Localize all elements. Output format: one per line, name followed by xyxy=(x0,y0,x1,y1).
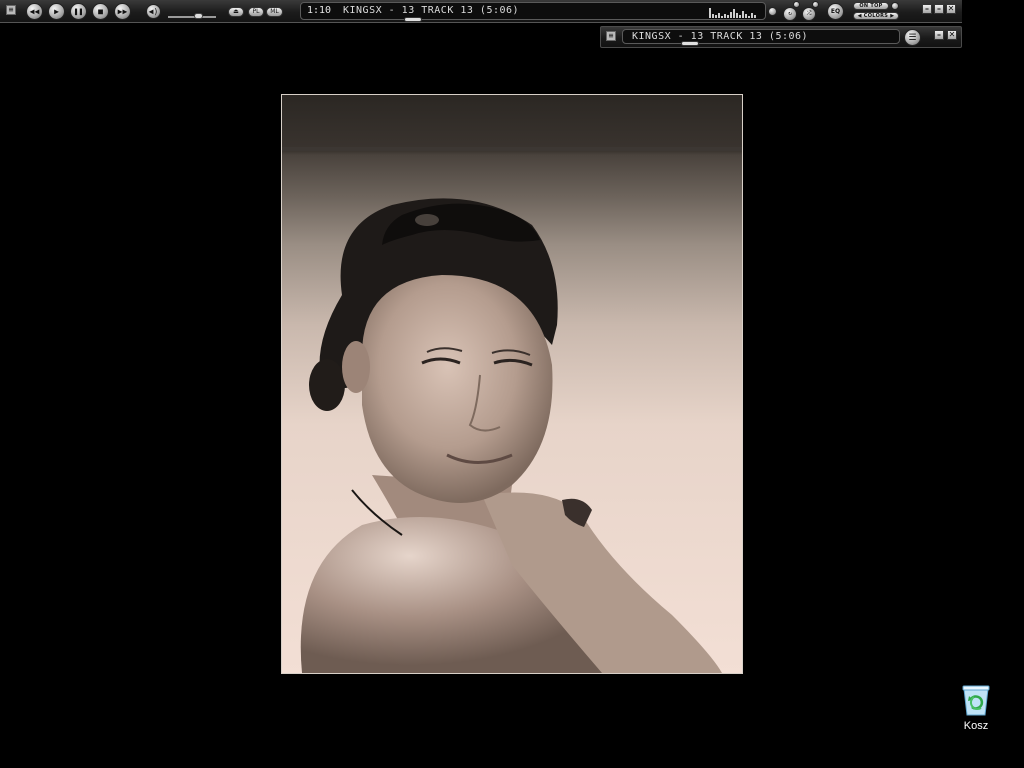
playlist-display-panel: KINGSX - 13 TRACK 13 (5:06) xyxy=(622,29,900,44)
eject-icon: ⏏ xyxy=(233,8,239,15)
close-icon: ✕ xyxy=(947,4,955,13)
play-icon: ▶ xyxy=(54,6,59,16)
pause-icon: ❚❚ xyxy=(73,6,84,16)
volume-slider-track[interactable] xyxy=(168,16,216,18)
stop-icon: ■ xyxy=(98,6,103,16)
on-top-button[interactable]: ON TOP xyxy=(853,2,889,10)
media-player-main-window: ≡ ◀◀ ▶ ❚❚ ■ ▶▶ ◀) ⏏ PL ML 1:10 KINGSX - … xyxy=(0,0,962,23)
speaker-icon: ◀) xyxy=(148,6,159,16)
next-icon: ▶▶ xyxy=(117,6,128,16)
playlist-menu-icon[interactable]: ≡ xyxy=(606,31,616,41)
playlist-list-button[interactable]: ☰ xyxy=(904,29,921,46)
list-icon: ☰ xyxy=(908,32,917,43)
window-menu-icon[interactable]: ≡ xyxy=(6,5,16,15)
previous-button[interactable]: ◀◀ xyxy=(26,3,43,20)
indicator-dot xyxy=(793,1,800,8)
previous-icon: ◀◀ xyxy=(29,6,40,16)
volume-slider-handle[interactable] xyxy=(194,13,203,19)
shade-icon: – xyxy=(937,4,941,13)
stop-button[interactable]: ■ xyxy=(92,3,109,20)
minimize-button[interactable]: – xyxy=(922,4,932,14)
media-library-toggle-button[interactable]: ML xyxy=(266,7,283,17)
spectrum-visualizer[interactable] xyxy=(709,6,759,18)
colors-button[interactable]: ◀ COLORS ▶ xyxy=(853,12,899,20)
wallpaper-photo xyxy=(281,94,743,674)
indicator-dot-2 xyxy=(812,1,819,8)
recycle-bin-shortcut[interactable]: Kosz xyxy=(950,683,1002,739)
portrait-illustration xyxy=(282,147,742,673)
seek-bar-handle[interactable] xyxy=(404,17,422,22)
track-title: KINGSX - 13 TRACK 13 (5:06) xyxy=(343,5,520,16)
play-button[interactable]: ▶ xyxy=(48,3,65,20)
elapsed-time[interactable]: 1:10 xyxy=(307,5,331,16)
playlist-track-title: KINGSX - 13 TRACK 13 (5:06) xyxy=(632,31,809,42)
close-button[interactable]: ✕ xyxy=(946,4,956,14)
shuffle-icon: ⤮ xyxy=(806,10,812,17)
pause-button[interactable]: ❚❚ xyxy=(70,3,87,20)
next-button[interactable]: ▶▶ xyxy=(114,3,131,20)
eject-button[interactable]: ⏏ xyxy=(228,7,244,17)
colors-label: COLORS xyxy=(863,13,889,19)
playlist-toggle-button[interactable]: PL xyxy=(248,7,264,17)
minimize-icon: – xyxy=(925,4,929,13)
close-icon: ✕ xyxy=(948,30,956,39)
playlist-minimize-button[interactable]: – xyxy=(934,30,944,40)
playlist-seek-handle[interactable] xyxy=(681,41,699,46)
recycle-bin-label: Kosz xyxy=(963,720,989,732)
repeat-button[interactable]: ↻ xyxy=(783,7,797,21)
minimize-icon: – xyxy=(937,30,941,39)
shade-button[interactable]: – xyxy=(934,4,944,14)
on-top-indicator xyxy=(891,2,899,10)
song-display-panel: 1:10 KINGSX - 13 TRACK 13 (5:06) xyxy=(300,2,766,20)
playlist-shade-window: ≡ KINGSX - 13 TRACK 13 (5:06) ☰ – ✕ xyxy=(600,26,962,48)
shuffle-button[interactable]: ⤮ xyxy=(802,7,816,21)
equalizer-button[interactable]: EQ xyxy=(827,3,844,20)
playlist-close-button[interactable]: ✕ xyxy=(947,30,957,40)
mute-button[interactable]: ◀) xyxy=(146,4,161,19)
balance-button[interactable] xyxy=(768,7,777,16)
repeat-icon: ↻ xyxy=(788,10,792,17)
desktop: ≡ ◀◀ ▶ ❚❚ ■ ▶▶ ◀) ⏏ PL ML 1:10 KINGSX - … xyxy=(0,0,1024,768)
recycle-bin-icon xyxy=(961,683,991,717)
